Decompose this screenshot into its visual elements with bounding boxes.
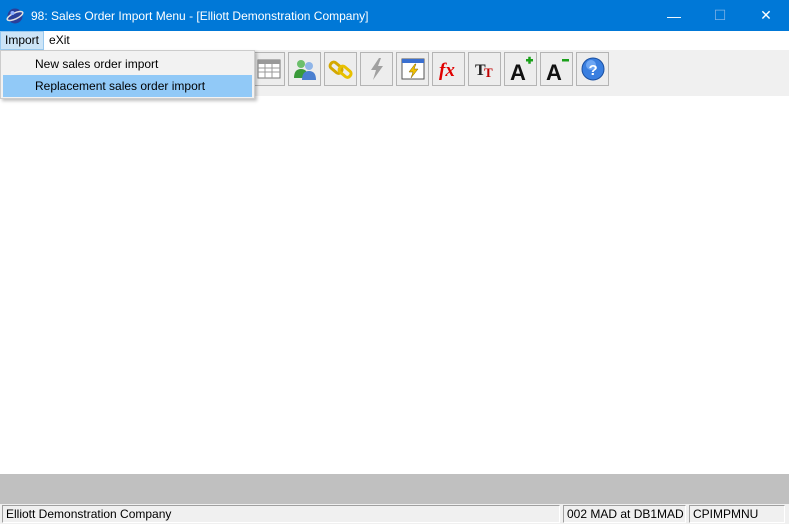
status-program: CPIMPMNU xyxy=(689,505,785,523)
workspace xyxy=(0,96,789,474)
title-bar[interactable]: 98: Sales Order Import Menu - [Elliott D… xyxy=(0,0,789,31)
window-lightning-icon xyxy=(401,58,424,80)
menu-bar: Import eXit xyxy=(0,31,789,50)
help-icon: ? xyxy=(581,57,604,81)
svg-text:fx: fx xyxy=(439,60,455,81)
status-bar: Elliott Demonstration Company 002 MAD at… xyxy=(0,504,789,524)
svg-text:?: ? xyxy=(588,62,597,79)
help-button[interactable]: ? xyxy=(576,52,609,86)
maximize-button[interactable]: ☐ xyxy=(697,0,743,31)
fx-button[interactable]: fx xyxy=(432,52,465,86)
lightning-button[interactable] xyxy=(360,52,393,86)
lightning-icon xyxy=(370,58,383,80)
svg-text:A: A xyxy=(546,60,562,82)
window-title: 98: Sales Order Import Menu - [Elliott D… xyxy=(31,8,369,23)
import-dropdown-menu: New sales order import Replacement sales… xyxy=(0,50,255,99)
status-database: 002 MAD at DB1MAD xyxy=(563,505,686,523)
workspace-bottom-band xyxy=(0,474,789,504)
menu-import[interactable]: Import xyxy=(0,31,45,50)
menu-item-new-sales-order-import[interactable]: New sales order import xyxy=(3,53,252,75)
close-button[interactable]: ✕ xyxy=(743,0,789,31)
link-button[interactable] xyxy=(324,52,357,86)
fx-icon: fx xyxy=(439,60,455,81)
font-tt-icon: T T xyxy=(475,62,493,80)
font-increase-button[interactable]: A xyxy=(504,52,537,86)
app-globe-icon[interactable] xyxy=(6,7,24,25)
link-icon xyxy=(328,60,353,79)
font-button[interactable]: T T xyxy=(468,52,501,86)
grid-button[interactable] xyxy=(252,52,285,86)
svg-text:T: T xyxy=(484,65,493,80)
font-decrease-icon: A xyxy=(546,59,569,82)
font-increase-icon: A xyxy=(510,56,533,82)
svg-text:A: A xyxy=(510,60,526,82)
minimize-button[interactable]: — xyxy=(651,0,697,31)
menu-exit[interactable]: eXit xyxy=(44,31,75,50)
font-decrease-button[interactable]: A xyxy=(540,52,573,86)
grid-icon xyxy=(257,59,280,79)
window-lightning-button[interactable] xyxy=(396,52,429,86)
users-icon xyxy=(293,60,316,80)
menu-item-replacement-sales-order-import[interactable]: Replacement sales order import xyxy=(3,75,252,97)
users-button[interactable] xyxy=(288,52,321,86)
status-company: Elliott Demonstration Company xyxy=(2,505,560,523)
